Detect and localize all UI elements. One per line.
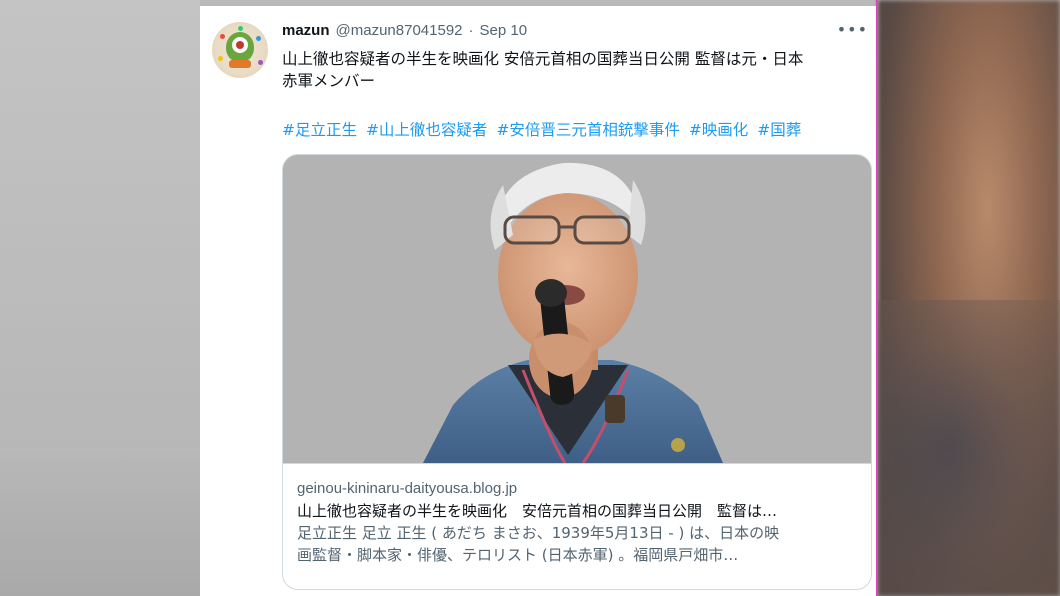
- link-preview-card[interactable]: geinou-kininaru-daityousa.blog.jp 山上徹也容疑…: [282, 154, 872, 590]
- tweet-header: mazun @mazun87041592 · Sep 10: [282, 22, 527, 44]
- accent-edge-line: [876, 0, 878, 596]
- blurred-background-right-shade: [878, 300, 1060, 596]
- user-handle[interactable]: @mazun87041592: [336, 22, 463, 39]
- link-description-line: 足立正生 足立 正生 ( あだち まさお、1939年5月13日 - ) は、日本…: [297, 524, 780, 542]
- link-preview-image[interactable]: [283, 155, 871, 463]
- tweet-text: 山上徹也容疑者の半生を映画化 安倍元首相の国葬当日公開 監督は元・日本 赤軍メン…: [282, 48, 872, 92]
- link-preview-info[interactable]: geinou-kininaru-daityousa.blog.jp 山上徹也容疑…: [283, 463, 871, 589]
- tweet-date[interactable]: Sep 10: [480, 22, 528, 39]
- display-name[interactable]: mazun: [282, 22, 330, 39]
- link-title: 山上徹也容疑者の半生を映画化 安倍元首相の国葬当日公開 監督は…: [297, 502, 778, 520]
- header-separator: ·: [468, 22, 474, 39]
- hashtag-link[interactable]: #国葬: [757, 121, 801, 139]
- tweet-text-line: 赤軍メンバー: [282, 72, 376, 90]
- portrait-photo: [283, 155, 871, 463]
- more-options-icon[interactable]: •••: [837, 20, 868, 39]
- link-description-line: 画監督・脚本家・俳優、テロリスト (日本赤軍) 。福岡県戸畑市…: [297, 546, 739, 564]
- blurred-background-left-bottom: [0, 448, 200, 596]
- hashtag-link[interactable]: #足立正生: [282, 121, 357, 139]
- hashtag-link[interactable]: #安倍晋三元首相銃撃事件: [496, 121, 680, 139]
- hashtag-list: #足立正生 #山上徹也容疑者 #安倍晋三元首相銃撃事件 #映画化 #国葬: [282, 119, 872, 141]
- link-domain: geinou-kininaru-daityousa.blog.jp: [297, 480, 518, 497]
- hashtag-link[interactable]: #映画化: [689, 121, 749, 139]
- link-description: 足立正生 足立 正生 ( あだち まさお、1939年5月13日 - ) は、日本…: [297, 522, 859, 566]
- avatar[interactable]: [212, 22, 268, 78]
- tweet-card[interactable]: mazun @mazun87041592 · Sep 10 ••• 山上徹也容疑…: [200, 6, 876, 596]
- tweet-text-line: 山上徹也容疑者の半生を映画化 安倍元首相の国葬当日公開 監督は元・日本: [282, 50, 804, 68]
- hashtag-link[interactable]: #山上徹也容疑者: [366, 121, 488, 139]
